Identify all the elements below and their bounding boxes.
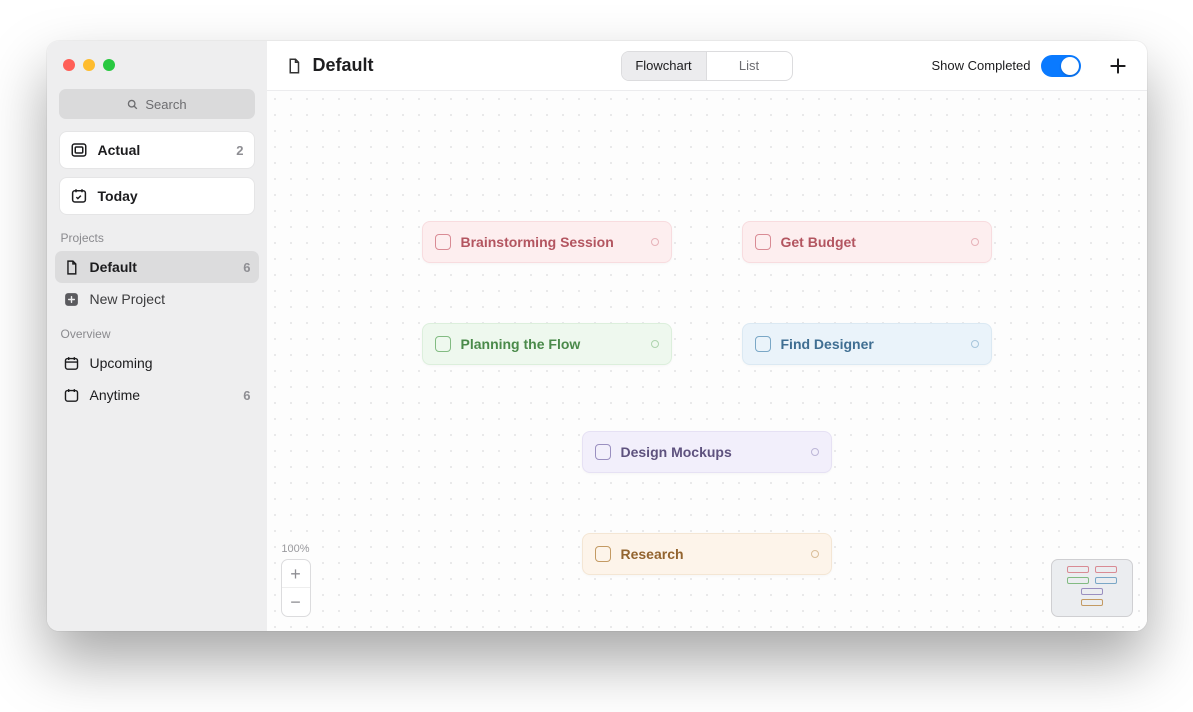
minimize-window-button[interactable] (83, 59, 95, 71)
sidebar-actual-label: Actual (98, 142, 141, 158)
new-project-button[interactable]: New Project (55, 283, 259, 315)
sidebar-anytime[interactable]: Anytime 6 (55, 379, 259, 411)
page-title-text: Default (313, 55, 374, 76)
node-mockups[interactable]: Design Mockups (582, 431, 832, 473)
view-switcher: Flowchart List (621, 51, 793, 81)
view-list-tab[interactable]: List (707, 52, 792, 80)
show-completed-switch[interactable] (1041, 55, 1081, 77)
node-research[interactable]: Research (582, 533, 832, 575)
node-budget[interactable]: Get Budget (742, 221, 992, 263)
node-label: Find Designer (781, 336, 874, 352)
checkbox-icon[interactable] (435, 234, 451, 250)
flowchart-canvas[interactable]: Brainstorming Session Get Budget Plannin… (267, 91, 1147, 631)
zoom-out-button[interactable]: − (282, 588, 310, 616)
app-window: Search Actual 2 Today Projects Default 6 (47, 41, 1147, 631)
sidebar: Search Actual 2 Today Projects Default 6 (47, 41, 267, 631)
zoom-controls: 100% + − (281, 543, 311, 617)
minimap[interactable] (1051, 559, 1133, 617)
topbar: Default Flowchart List Show Completed (267, 41, 1147, 91)
inbox-icon (70, 141, 88, 159)
plus-square-icon (63, 291, 80, 308)
zoom-window-button[interactable] (103, 59, 115, 71)
checkbox-icon[interactable] (435, 336, 451, 352)
node-handle-icon[interactable] (971, 340, 979, 348)
plus-icon (1108, 56, 1128, 76)
sidebar-upcoming[interactable]: Upcoming (55, 347, 259, 379)
sidebar-project-count: 6 (243, 260, 250, 275)
sidebar-upcoming-label: Upcoming (90, 355, 153, 371)
projects-heading: Projects (47, 229, 267, 251)
new-project-label: New Project (90, 291, 165, 307)
node-label: Brainstorming Session (461, 234, 614, 250)
flowchart-edges (267, 91, 567, 241)
node-label: Research (621, 546, 684, 562)
sidebar-actual-count: 2 (236, 143, 243, 158)
show-completed-toggle: Show Completed (932, 55, 1081, 77)
document-icon (63, 259, 80, 276)
node-designer[interactable]: Find Designer (742, 323, 992, 365)
sidebar-anytime-count: 6 (243, 388, 250, 403)
sidebar-today-label: Today (98, 188, 138, 204)
add-task-button[interactable] (1107, 55, 1129, 77)
sidebar-actual[interactable]: Actual 2 (59, 131, 255, 169)
sidebar-project-label: Default (90, 259, 137, 275)
node-label: Get Budget (781, 234, 856, 250)
node-label: Planning the Flow (461, 336, 581, 352)
overview-heading: Overview (47, 325, 267, 347)
node-label: Design Mockups (621, 444, 732, 460)
checkbox-icon[interactable] (755, 234, 771, 250)
node-handle-icon[interactable] (811, 550, 819, 558)
page-title: Default (285, 55, 374, 76)
search-icon (126, 98, 139, 111)
window-controls (47, 41, 267, 85)
node-handle-icon[interactable] (651, 238, 659, 246)
node-handle-icon[interactable] (651, 340, 659, 348)
search-placeholder: Search (145, 97, 186, 112)
checkbox-icon[interactable] (595, 546, 611, 562)
sidebar-today[interactable]: Today (59, 177, 255, 215)
main-area: Default Flowchart List Show Completed (267, 41, 1147, 631)
node-handle-icon[interactable] (971, 238, 979, 246)
view-flowchart-tab[interactable]: Flowchart (622, 52, 707, 80)
node-brainstorming[interactable]: Brainstorming Session (422, 221, 672, 263)
search-input[interactable]: Search (59, 89, 255, 119)
sidebar-anytime-label: Anytime (90, 387, 141, 403)
calendar-check-icon (70, 187, 88, 205)
calendar-icon (63, 355, 80, 372)
node-planning[interactable]: Planning the Flow (422, 323, 672, 365)
show-completed-label: Show Completed (932, 58, 1031, 73)
checkbox-icon[interactable] (755, 336, 771, 352)
close-window-button[interactable] (63, 59, 75, 71)
calendar-blank-icon (63, 387, 80, 404)
zoom-level: 100% (281, 543, 309, 555)
node-handle-icon[interactable] (811, 448, 819, 456)
checkbox-icon[interactable] (595, 444, 611, 460)
zoom-in-button[interactable]: + (282, 560, 310, 588)
sidebar-project-default[interactable]: Default 6 (55, 251, 259, 283)
document-icon (285, 57, 303, 75)
